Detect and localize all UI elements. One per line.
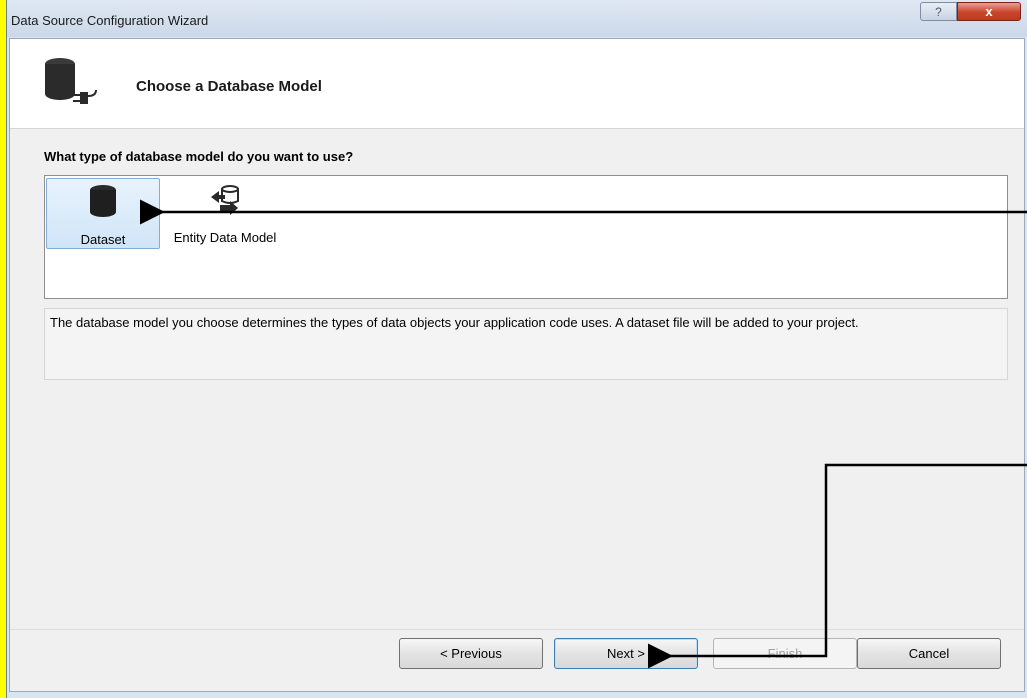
model-question-label: What type of database model do you want … (44, 149, 354, 164)
database-icon (90, 185, 116, 217)
cancel-button[interactable]: Cancel (857, 638, 1001, 669)
model-option-dataset[interactable]: Dataset (46, 178, 160, 249)
model-label-entity-data-model: Entity Data Model (173, 230, 277, 245)
previous-button[interactable]: < Previous (399, 638, 543, 669)
help-button[interactable]: ? (920, 2, 957, 21)
wizard-window: Data Source Configuration Wizard ? x Cho… (6, 0, 1027, 698)
close-button[interactable]: x (957, 2, 1021, 21)
entity-data-model-icon (211, 185, 239, 215)
model-option-entity-data-model[interactable]: Entity Data Model (169, 178, 281, 249)
model-label-dataset: Dataset (80, 232, 126, 247)
window-title: Data Source Configuration Wizard (11, 13, 209, 28)
model-list: Dataset Entity Data Model (44, 175, 1008, 299)
title-bar: Data Source Configuration Wizard ? x (7, 0, 1027, 37)
next-button[interactable]: Next > (554, 638, 698, 669)
wizard-header: Choose a Database Model (10, 39, 1024, 129)
wizard-content: Choose a Database Model What type of dat… (9, 38, 1025, 692)
finish-button[interactable]: Finish (713, 638, 857, 669)
footer-divider (10, 629, 1024, 630)
model-description: The database model you choose determines… (44, 308, 1008, 380)
page-title: Choose a Database Model (136, 78, 322, 95)
database-plug-icon (45, 58, 97, 104)
